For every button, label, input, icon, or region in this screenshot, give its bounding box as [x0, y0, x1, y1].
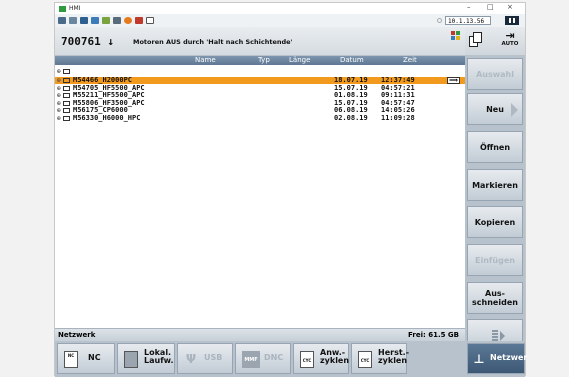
- horizontal-softkey-bar: NC NC Lokal. Laufw. Ψ USB MMF DNC CYC An…: [55, 341, 527, 377]
- drive-icon: [124, 351, 138, 368]
- network-icon: ⊥: [473, 352, 485, 366]
- arrow-right-icon: [511, 103, 518, 117]
- right-header: ⇥ AUTO: [465, 27, 525, 56]
- folder-icon: [63, 108, 70, 113]
- file-name: M56330_H6000_HPC: [73, 113, 141, 122]
- softkey-oeffnen[interactable]: Öffnen: [467, 131, 523, 163]
- expand-icon[interactable]: ⊕: [57, 115, 61, 122]
- window-switch-icon[interactable]: [469, 32, 483, 48]
- expand-icon[interactable]: ⊕: [57, 85, 61, 92]
- softkey-usb[interactable]: Ψ USB: [177, 343, 233, 374]
- file-browser: Name Typ Länge Datum Zeit ⊕ . ⊕ M54466_H2…: [55, 56, 465, 328]
- app-icon: [59, 5, 66, 12]
- file-date: 06.08.19: [334, 106, 368, 114]
- expand-icon[interactable]: ⊕: [57, 68, 61, 75]
- file-date: 18.07.19: [334, 76, 368, 84]
- column-datum[interactable]: Datum: [340, 56, 364, 65]
- column-name[interactable]: Name: [195, 56, 216, 65]
- cyc-icon: CYC: [300, 351, 314, 368]
- title-bar: HMI – □ ×: [55, 3, 525, 14]
- softkey-markieren[interactable]: Markieren: [467, 169, 523, 201]
- column-zeit[interactable]: Zeit: [403, 56, 417, 65]
- file-time: 11:09:28: [381, 113, 415, 122]
- status-free-space: Frei: 61.5 GB: [408, 331, 459, 339]
- softkey-neu[interactable]: Neu: [467, 93, 523, 125]
- softkey-nc[interactable]: NC NC: [57, 343, 115, 374]
- hmi-window: HMI – □ × 10.1.13.56 700761 ↓ Motoren AU…: [54, 2, 527, 377]
- channel-status-icon: [451, 31, 461, 40]
- minimize-button[interactable]: –: [467, 3, 471, 11]
- file-date: 02.08.19: [334, 113, 368, 122]
- pause-icon[interactable]: [505, 16, 519, 25]
- folder-icon: [63, 93, 70, 98]
- status-location: Netzwerk: [58, 331, 96, 339]
- list-item[interactable]: ⊕ M54466_H2000PC 18.07.19 12:37:49 ⟹: [55, 77, 465, 84]
- softkey-herstellerzyklen[interactable]: CYC Herst.- zyklen: [351, 343, 409, 374]
- softkey-anwenderzyklen[interactable]: CYC Anw.- zyklen: [293, 343, 349, 374]
- expand-icon[interactable]: ⊕: [57, 92, 61, 99]
- folder-icon: [63, 69, 70, 74]
- cyc-icon: CYC: [358, 351, 372, 368]
- folder-icon: [63, 85, 70, 91]
- file-time: 12:37:49: [381, 76, 415, 84]
- file-time: 14:05:26: [381, 106, 415, 114]
- list-item-root[interactable]: ⊕ .: [55, 68, 465, 96]
- selection-arrow-icon[interactable]: ⟹: [447, 77, 460, 84]
- nc-icon: NC: [64, 351, 78, 368]
- toolbar-fullscreen-icon[interactable]: [146, 17, 154, 24]
- file-name: M54466_H2000PC: [73, 76, 133, 84]
- list-item[interactable]: ⊕ M56330_H6000_HPC 02.08.19 11:09:28: [55, 113, 465, 122]
- toolbar-print-icon[interactable]: [113, 17, 121, 24]
- alarm-message: Motoren AUS durch 'Halt nach Schichtende…: [133, 38, 293, 46]
- toolbar-tools-icon[interactable]: [80, 17, 88, 24]
- status-bar: Netzwerk Frei: 61.5 GB: [55, 328, 465, 341]
- toolbar-alarm-icon[interactable]: [124, 17, 132, 24]
- file-time: 09:11:31: [381, 91, 415, 99]
- file-name: M56175_CP6000: [73, 106, 128, 114]
- program-header: 700761 ↓ Motoren AUS durch 'Halt nach Sc…: [55, 27, 465, 56]
- softkey-kopieren[interactable]: Kopieren: [467, 206, 523, 238]
- usb-icon: Ψ: [185, 352, 197, 366]
- softkey-einfuegen[interactable]: Einfügen: [467, 244, 523, 276]
- file-name: M55211_HF5500_APC: [73, 91, 145, 99]
- close-button[interactable]: ×: [507, 3, 513, 11]
- list-item[interactable]: ⊕ M55211_HF5500_APC 01.08.19 09:11:31: [55, 91, 465, 100]
- file-date: 01.08.19: [334, 91, 368, 99]
- program-number: 700761 ↓: [61, 35, 114, 48]
- column-typ[interactable]: Typ: [258, 56, 270, 65]
- folder-icon: [63, 115, 70, 121]
- vertical-softkey-bar: Auswahl Neu Öffnen Markieren Kopieren Ei…: [465, 56, 525, 351]
- folder-icon: [63, 78, 70, 83]
- toolbar-list-icon[interactable]: [69, 17, 77, 24]
- expand-icon[interactable]: ⊕: [57, 100, 61, 107]
- toolbar-keyboard-icon[interactable]: [58, 17, 66, 24]
- column-laenge[interactable]: Länge: [289, 56, 310, 65]
- softkey-ausschneiden[interactable]: Aus- schneiden: [467, 282, 523, 314]
- window-title: HMI: [69, 5, 81, 12]
- list-item[interactable]: ⊕ M56175_CP6000 06.08.19 14:05:26: [55, 106, 465, 115]
- maximize-button[interactable]: □: [487, 3, 494, 11]
- folder-icon: [63, 100, 70, 106]
- toolbar-refresh-icon[interactable]: [91, 17, 99, 24]
- expand-icon[interactable]: ⊕: [57, 77, 61, 84]
- expand-icon[interactable]: ⊕: [57, 107, 61, 114]
- softkey-netzwerk[interactable]: ⊥ Netzwer: [467, 343, 527, 374]
- toolbar-network-icon[interactable]: [135, 17, 143, 24]
- connection-indicator-icon: [437, 18, 442, 23]
- toolbar-chart-icon[interactable]: [102, 17, 110, 24]
- ip-address-field[interactable]: 10.1.13.56: [445, 16, 491, 25]
- column-headers: Name Typ Länge Datum Zeit: [55, 56, 465, 65]
- softkey-dnc[interactable]: MMF DNC: [235, 343, 291, 374]
- mmf-icon: MMF: [242, 351, 260, 368]
- auto-mode-button[interactable]: ⇥ AUTO: [499, 30, 521, 52]
- softkey-auswahl[interactable]: Auswahl: [467, 58, 523, 90]
- softkey-lokal-laufwerk[interactable]: Lokal. Laufw.: [117, 343, 175, 374]
- auto-arrow-icon: ⇥: [505, 29, 515, 42]
